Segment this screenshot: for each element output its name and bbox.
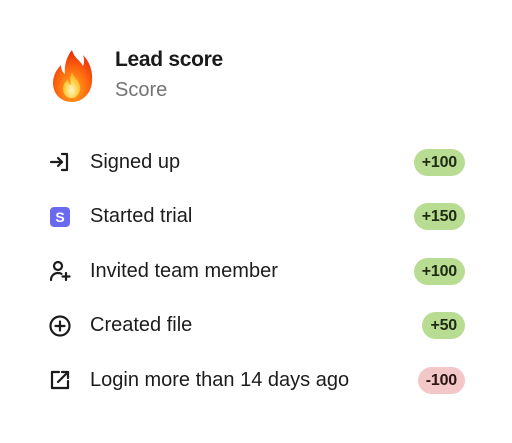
list-item: Login more than 14 days ago -100 xyxy=(47,353,465,408)
external-link-icon xyxy=(47,367,73,393)
list-item-label: Created file xyxy=(90,314,193,337)
score-badge: +100 xyxy=(413,257,465,285)
list-item: Signed up +100 xyxy=(47,135,465,190)
plus-circle-icon xyxy=(47,313,73,339)
list-item: Created file +50 xyxy=(47,299,465,354)
score-badge: +50 xyxy=(422,312,465,340)
list-item-label: Login more than 14 days ago xyxy=(90,368,350,391)
score-badge: +100 xyxy=(413,148,465,176)
list-item-label: Invited team member xyxy=(90,259,278,282)
score-rules-list: Signed up +100 S Started trial +150 Invi… xyxy=(47,135,465,408)
list-item-label: Started trial xyxy=(90,205,193,228)
list-item-label: Signed up xyxy=(90,150,181,173)
fire-icon xyxy=(53,50,93,102)
page-subtitle: Score xyxy=(115,79,168,101)
list-item: S Started trial +150 xyxy=(47,190,465,245)
lead-score-header: Lead score Score xyxy=(50,46,223,105)
score-badge: -100 xyxy=(417,366,465,394)
score-badge: +150 xyxy=(413,203,465,231)
page-title: Lead score xyxy=(115,48,223,71)
svg-text:S: S xyxy=(55,209,64,225)
s-logo-icon: S xyxy=(47,204,73,230)
user-plus-icon xyxy=(47,258,73,284)
sign-in-icon xyxy=(47,149,73,175)
list-item: Invited team member +100 xyxy=(47,244,465,299)
